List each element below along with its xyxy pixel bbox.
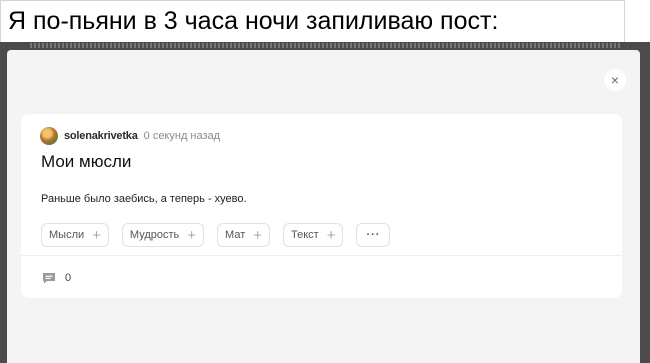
more-dots-icon: ··· — [366, 229, 381, 241]
post-title[interactable]: Мои мюсли — [41, 152, 131, 172]
tag-chip[interactable]: Мысли + — [41, 223, 109, 247]
tag-label: Текст — [291, 229, 319, 241]
tag-chip[interactable]: Текст + — [283, 223, 344, 247]
plus-icon[interactable]: + — [187, 228, 196, 243]
plus-icon[interactable]: + — [92, 228, 101, 243]
tag-label: Мудрость — [129, 229, 180, 241]
divider — [21, 255, 622, 256]
tag-label: Мат — [225, 229, 246, 241]
close-icon: × — [610, 72, 620, 88]
background-content — [30, 43, 620, 48]
more-options-button[interactable]: ··· — [356, 223, 391, 247]
post-time: 0 секунд назад — [143, 130, 221, 142]
post-card: solenakrivetka 0 секунд назад Мои мюсли … — [21, 114, 622, 298]
post-preview-modal: × solenakrivetka 0 секунд назад Мои мюсл… — [7, 50, 640, 363]
tag-chip[interactable]: Мудрость + — [121, 223, 205, 247]
author-name[interactable]: solenakrivetka — [64, 130, 138, 142]
close-button[interactable]: × — [604, 69, 626, 91]
plus-icon[interactable]: + — [253, 228, 262, 243]
plus-icon[interactable]: + — [327, 228, 336, 243]
comments-count: 0 — [65, 272, 72, 284]
tag-list: Мысли + Мудрость + Мат + Текст + ··· — [41, 223, 391, 247]
post-text: Раньше было заебись, а теперь - хуево. — [41, 193, 247, 205]
tag-chip[interactable]: Мат + — [217, 223, 270, 247]
avatar[interactable] — [40, 127, 58, 145]
post-header: solenakrivetka 0 секунд назад — [40, 127, 220, 145]
tag-label: Мысли — [49, 229, 85, 241]
comments-button[interactable]: 0 — [42, 272, 71, 284]
comment-icon — [43, 273, 55, 284]
meme-caption: Я по-пьяни в 3 часа ночи запиливаю пост: — [0, 0, 625, 42]
